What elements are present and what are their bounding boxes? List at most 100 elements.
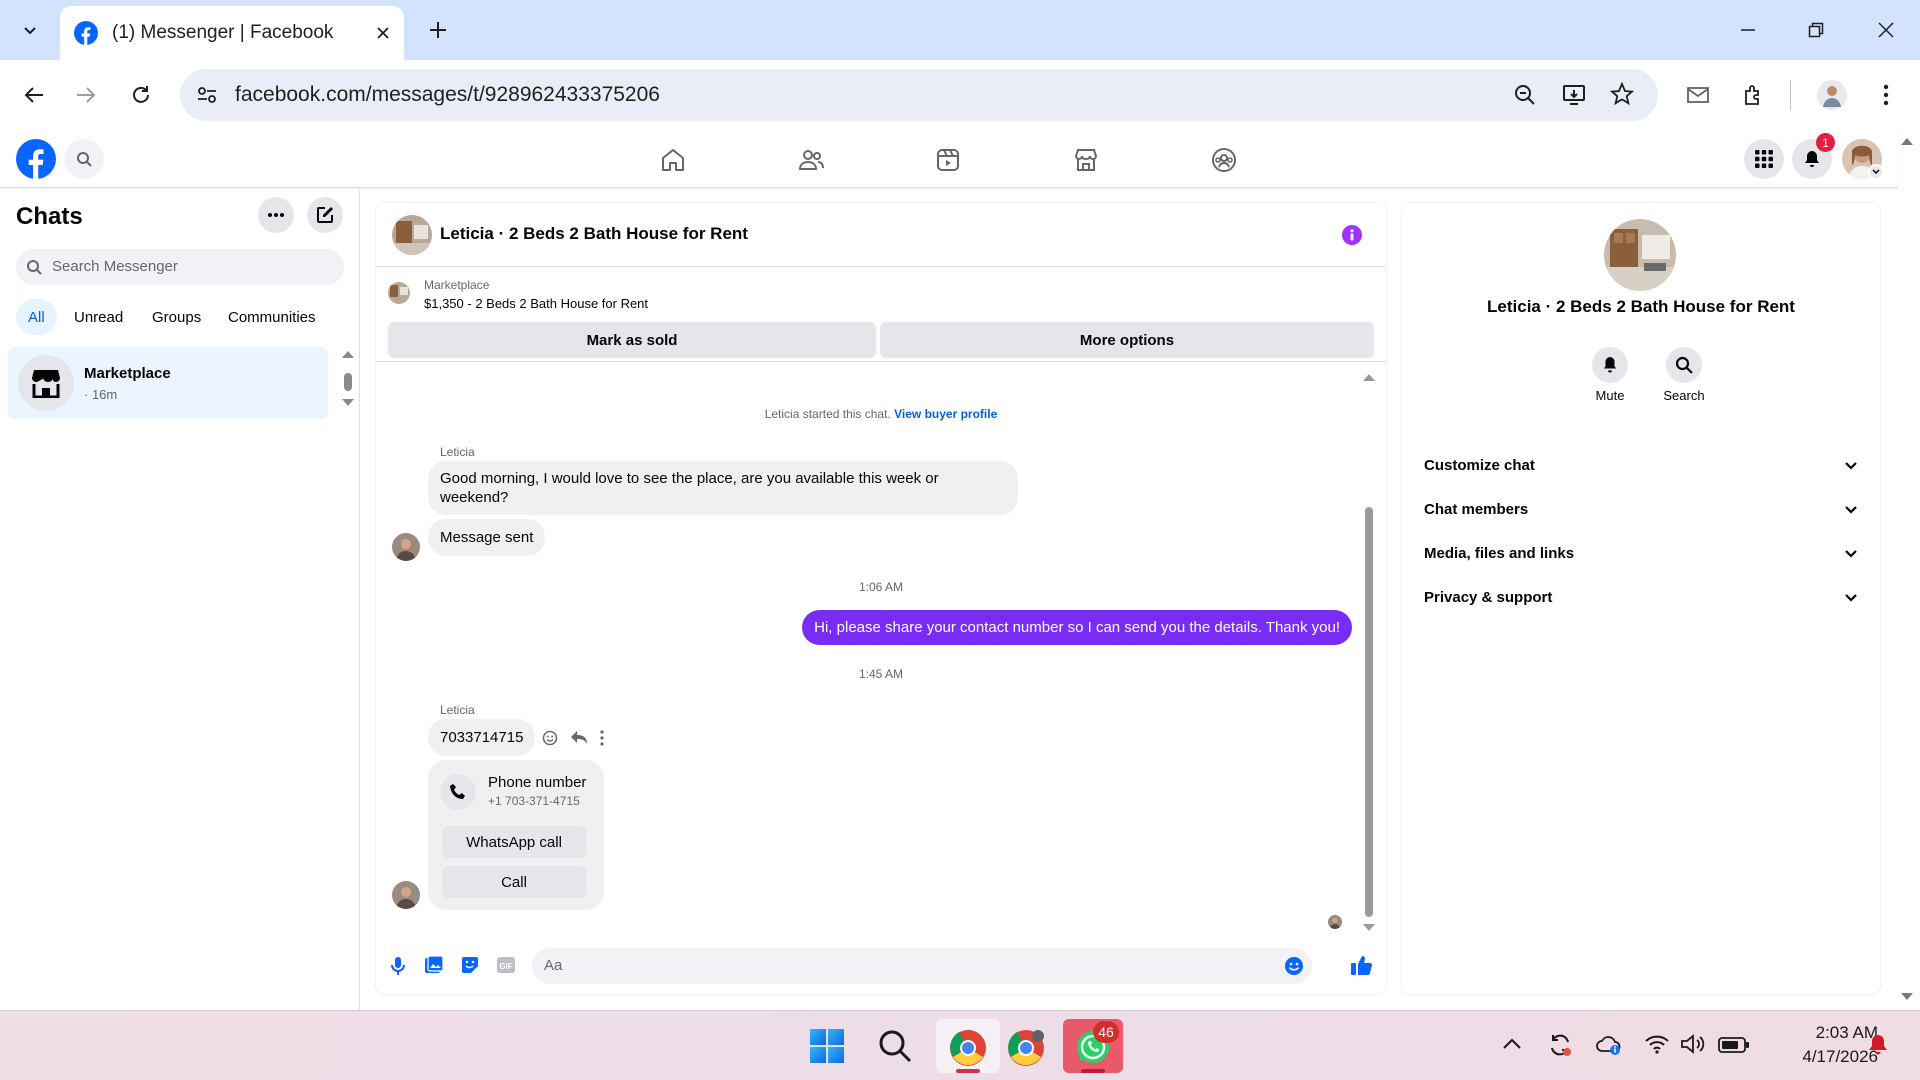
svg-text:GIF: GIF	[499, 962, 512, 971]
chat-members-section[interactable]: Chat members	[1414, 487, 1868, 531]
view-buyer-profile-link[interactable]: View buyer profile	[894, 407, 997, 421]
listing-thumbnail[interactable]	[388, 282, 410, 304]
sticker-icon[interactable]	[460, 955, 480, 975]
close-window-icon[interactable]	[1870, 14, 1902, 46]
search-messenger-input[interactable]: Search Messenger	[16, 249, 344, 285]
search-placeholder: Search Messenger	[52, 258, 178, 275]
incoming-message-bubble[interactable]: Good morning, I would love to see the pl…	[428, 461, 1018, 515]
nav-video-icon[interactable]	[930, 142, 966, 178]
page-scroll-up-icon[interactable]	[1900, 136, 1914, 146]
chat-item-marketplace[interactable]: Marketplace · 16m	[8, 347, 328, 419]
browser-tab-messenger[interactable]: (1) Messenger | Facebook	[60, 6, 404, 60]
call-button[interactable]: Call	[442, 866, 586, 898]
compose-icon	[316, 206, 334, 224]
tab-list-dropdown-icon[interactable]	[14, 14, 46, 46]
wifi-icon[interactable]	[1644, 1033, 1670, 1055]
volume-icon[interactable]	[1680, 1033, 1706, 1055]
conversation-title[interactable]: Leticia · 2 Beds 2 Bath House for Rent	[440, 224, 748, 244]
attach-photo-icon[interactable]	[424, 955, 444, 975]
nav-marketplace-icon[interactable]	[1068, 142, 1104, 178]
minimize-icon[interactable]	[1732, 14, 1764, 46]
search-in-chat-action[interactable]: Search	[1656, 347, 1712, 403]
nav-home-icon[interactable]	[655, 142, 691, 178]
nav-friends-icon[interactable]	[793, 142, 829, 178]
taskbar-chrome-active[interactable]	[936, 1019, 1000, 1073]
privacy-support-section[interactable]: Privacy & support	[1414, 575, 1868, 619]
account-chevron-icon[interactable]	[1868, 164, 1884, 180]
message-input-placeholder: Aa	[544, 957, 563, 974]
thumbs-up-icon[interactable]	[1350, 954, 1372, 976]
show-hidden-icons-icon[interactable]	[1502, 1037, 1522, 1051]
notifications-button[interactable]: 1	[1792, 133, 1835, 179]
message-scrollbar[interactable]	[1362, 371, 1376, 933]
customize-chat-section[interactable]: Customize chat	[1414, 443, 1868, 487]
mark-as-sold-button[interactable]: Mark as sold	[388, 322, 876, 358]
page-scroll-down-icon[interactable]	[1900, 992, 1914, 1002]
phone-number-message-bubble[interactable]: 7033714715	[428, 719, 536, 756]
microphone-icon[interactable]	[390, 956, 406, 976]
cloud-info-icon[interactable]	[1596, 1033, 1622, 1057]
outgoing-message-bubble[interactable]: Hi, please share your contact number so …	[802, 610, 1352, 645]
gif-icon[interactable]: GIF	[496, 956, 516, 974]
listing-avatar[interactable]	[392, 215, 432, 255]
taskbar-whatsapp[interactable]: 46	[1063, 1019, 1123, 1073]
filter-unread[interactable]: Unread	[62, 299, 135, 335]
bookmark-star-icon[interactable]	[1610, 82, 1634, 106]
message-sender-name: Leticia	[440, 445, 475, 459]
battery-icon[interactable]	[1718, 1036, 1750, 1054]
reply-icon[interactable]	[570, 730, 588, 746]
back-icon[interactable]	[18, 79, 50, 111]
zoom-icon[interactable]	[1513, 83, 1537, 107]
fb-search-button[interactable]	[64, 139, 104, 179]
chats-options-button[interactable]	[258, 197, 294, 233]
taskbar-chrome-profile-icon[interactable]	[1007, 1029, 1045, 1067]
system-clock[interactable]: 2:03 AM 4/17/2026	[1758, 1021, 1878, 1069]
clock-date: 4/17/2026	[1802, 1047, 1878, 1066]
address-bar[interactable]: facebook.com/messages/t/928962433375206	[180, 69, 1658, 121]
facebook-top-nav: 1	[0, 130, 1898, 188]
filter-all[interactable]: All	[16, 299, 57, 335]
new-tab-icon[interactable]	[422, 14, 454, 46]
message-more-icon[interactable]	[600, 730, 604, 746]
menu-grid-button[interactable]	[1744, 139, 1784, 179]
site-info-icon[interactable]	[196, 84, 218, 106]
new-message-button[interactable]	[307, 197, 343, 233]
search-icon	[76, 151, 92, 167]
react-emoji-icon[interactable]	[542, 730, 558, 746]
sidebar-scrollbar[interactable]	[340, 349, 356, 429]
message-input[interactable]: Aa	[532, 948, 1312, 984]
extensions-puzzle-icon[interactable]	[1738, 79, 1770, 111]
profile-avatar-icon[interactable]	[1816, 79, 1848, 111]
reload-icon[interactable]	[125, 79, 157, 111]
incoming-message-bubble[interactable]: Message sent	[428, 519, 546, 556]
nav-groups-icon[interactable]	[1206, 142, 1242, 178]
filter-communities[interactable]: Communities	[216, 299, 328, 335]
whatsapp-call-button[interactable]: WhatsApp call	[442, 826, 586, 858]
mute-action[interactable]: Mute	[1586, 347, 1634, 403]
emoji-picker-icon[interactable]	[1284, 956, 1304, 976]
more-options-button[interactable]: More options	[880, 322, 1374, 358]
mail-extension-icon[interactable]	[1682, 79, 1714, 111]
filter-groups[interactable]: Groups	[140, 299, 213, 335]
browser-menu-icon[interactable]	[1870, 79, 1902, 111]
listing-summary[interactable]: $1,350 - 2 Beds 2 Bath House for Rent	[424, 296, 648, 311]
search-label: Search	[1663, 388, 1705, 403]
media-files-links-section[interactable]: Media, files and links	[1414, 531, 1868, 575]
close-tab-icon[interactable]	[376, 26, 390, 40]
info-listing-avatar[interactable]	[1604, 219, 1676, 291]
sender-avatar[interactable]	[392, 533, 420, 561]
forward-icon[interactable]	[70, 79, 102, 111]
conversation-info-icon[interactable]	[1342, 225, 1362, 245]
sync-icon[interactable]	[1548, 1033, 1572, 1057]
url-text[interactable]: facebook.com/messages/t/928962433375206	[235, 83, 660, 107]
taskbar-search-icon[interactable]	[878, 1029, 912, 1063]
section-label: Customize chat	[1424, 456, 1535, 474]
notification-center-icon[interactable]	[1866, 1033, 1890, 1057]
facebook-logo-icon[interactable]	[16, 139, 56, 179]
install-app-icon[interactable]	[1562, 83, 1586, 107]
message-list[interactable]: Leticia started this chat. View buyer pr…	[376, 363, 1386, 938]
sender-avatar[interactable]	[392, 881, 420, 909]
windows-start-icon[interactable]	[810, 1029, 844, 1063]
restore-icon[interactable]	[1800, 14, 1832, 46]
clock-time: 2:03 AM	[1815, 1023, 1878, 1042]
